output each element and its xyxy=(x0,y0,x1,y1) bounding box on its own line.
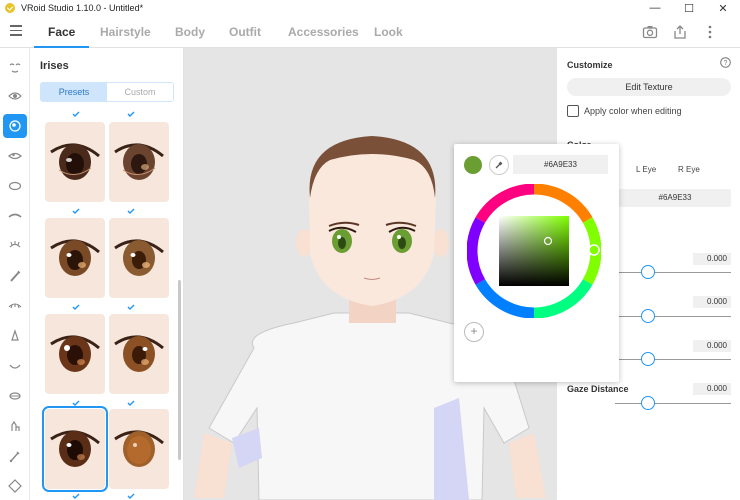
tab-accessories[interactable]: Accessories xyxy=(288,16,359,48)
eyebrow-icon[interactable] xyxy=(3,204,27,228)
iris-preset-thumbnail[interactable] xyxy=(109,122,169,202)
nose-icon[interactable] xyxy=(3,324,27,348)
slider-value[interactable]: 0.000 xyxy=(693,253,731,265)
check-icon xyxy=(72,400,80,406)
camera-icon[interactable] xyxy=(642,24,658,40)
apply-color-checkbox[interactable] xyxy=(567,105,579,117)
preset-scrollbar[interactable] xyxy=(178,280,181,460)
iris-preset-thumbnail[interactable] xyxy=(45,122,105,202)
tab-look[interactable]: Look xyxy=(374,16,403,48)
check-icon xyxy=(127,111,135,117)
iris-preset-thumbnail[interactable] xyxy=(45,218,105,298)
slider-track[interactable] xyxy=(615,316,731,317)
eyedropper-icon[interactable] xyxy=(489,155,509,175)
vroid-logo-icon xyxy=(5,3,15,13)
slider-handle[interactable] xyxy=(641,352,655,366)
presets-tab[interactable]: Presets xyxy=(41,83,107,101)
eye-white-icon[interactable] xyxy=(3,174,27,198)
tab-body[interactable]: Body xyxy=(175,16,205,48)
check-icon xyxy=(127,208,135,214)
tab-hairstyle[interactable]: Hairstyle xyxy=(100,16,151,48)
preset-custom-toggle: Presets Custom xyxy=(40,82,174,102)
iris-preset-thumbnail[interactable] xyxy=(109,314,169,394)
eyeshadow-icon[interactable] xyxy=(3,294,27,318)
window-title: VRoid Studio 1.10.0 - Untitled* xyxy=(21,3,144,13)
picker-hex-field[interactable]: #6A9E33 xyxy=(513,155,608,174)
eyelash-icon[interactable] xyxy=(3,234,27,258)
eye-highlight-icon[interactable] xyxy=(3,144,27,168)
check-icon xyxy=(72,111,80,117)
hue-ring-and-sv-square[interactable] xyxy=(467,184,601,318)
gaze-distance-track[interactable] xyxy=(615,403,731,404)
minimize-button[interactable]: — xyxy=(638,0,672,16)
slider-track[interactable] xyxy=(615,272,731,273)
check-icon xyxy=(127,493,135,499)
mouth-icon[interactable] xyxy=(3,354,27,378)
more-vertical-icon[interactable] xyxy=(702,24,718,40)
svg-text:?: ? xyxy=(724,60,728,67)
eye-icon[interactable] xyxy=(3,84,27,108)
gaze-distance-value[interactable]: 0.000 xyxy=(693,383,731,395)
face-preset-icon[interactable] xyxy=(3,56,27,80)
maximize-button[interactable]: ☐ xyxy=(672,0,706,16)
slider-value[interactable]: 0.000 xyxy=(693,296,731,308)
slider-handle[interactable] xyxy=(641,309,655,323)
tab-left-eye[interactable]: L Eye xyxy=(636,165,656,174)
close-button[interactable]: ✕ xyxy=(706,0,740,16)
slider-handle[interactable] xyxy=(641,265,655,279)
main-tab-bar: Face Hairstyle Body Outfit Accessories L… xyxy=(0,16,740,48)
ear-icon[interactable] xyxy=(3,414,27,438)
add-swatch-button[interactable]: + xyxy=(464,322,484,342)
export-icon[interactable] xyxy=(672,24,688,40)
current-color-swatch xyxy=(464,156,482,174)
check-icon xyxy=(72,304,80,310)
iris-preset-thumbnail[interactable] xyxy=(109,218,169,298)
help-icon[interactable]: ? xyxy=(720,57,731,68)
face-category-toolbar xyxy=(0,48,30,500)
face-shape-icon[interactable] xyxy=(3,474,27,498)
check-icon xyxy=(127,304,135,310)
custom-tab[interactable]: Custom xyxy=(107,83,173,101)
tab-face[interactable]: Face xyxy=(33,16,90,48)
title-bar: VRoid Studio 1.10.0 - Untitled* — ☐ ✕ xyxy=(0,0,740,16)
iris-preset-thumbnail[interactable] xyxy=(109,409,169,489)
color-picker-popup: #6A9E33 + xyxy=(454,144,619,382)
hamburger-menu-icon[interactable] xyxy=(10,25,22,37)
face-outline-icon[interactable] xyxy=(3,444,27,468)
iris-preset-thumbnail[interactable] xyxy=(45,314,105,394)
iris-icon[interactable] xyxy=(3,114,27,138)
check-icon xyxy=(72,208,80,214)
apply-color-label: Apply color when editing xyxy=(584,106,682,116)
color-hex-field[interactable]: #6A9E33 xyxy=(619,189,731,207)
edit-texture-button[interactable]: Edit Texture xyxy=(567,78,731,96)
tab-right-eye[interactable]: R Eye xyxy=(678,165,700,174)
slider-value[interactable]: 0.000 xyxy=(693,340,731,352)
teeth-icon[interactable] xyxy=(3,384,27,408)
gaze-distance-handle[interactable] xyxy=(641,396,655,410)
panel-title: Irises xyxy=(40,60,69,72)
gaze-distance-label: Gaze Distance xyxy=(567,384,629,394)
slider-track[interactable] xyxy=(615,359,731,360)
iris-preset-thumbnail-selected[interactable] xyxy=(42,406,108,492)
irises-panel: Irises Presets Custom xyxy=(30,48,184,500)
check-icon xyxy=(127,400,135,406)
check-icon xyxy=(72,493,80,499)
eyeliner-icon[interactable] xyxy=(3,264,27,288)
customize-title: Customize xyxy=(567,60,613,70)
tab-outfit[interactable]: Outfit xyxy=(229,16,261,48)
